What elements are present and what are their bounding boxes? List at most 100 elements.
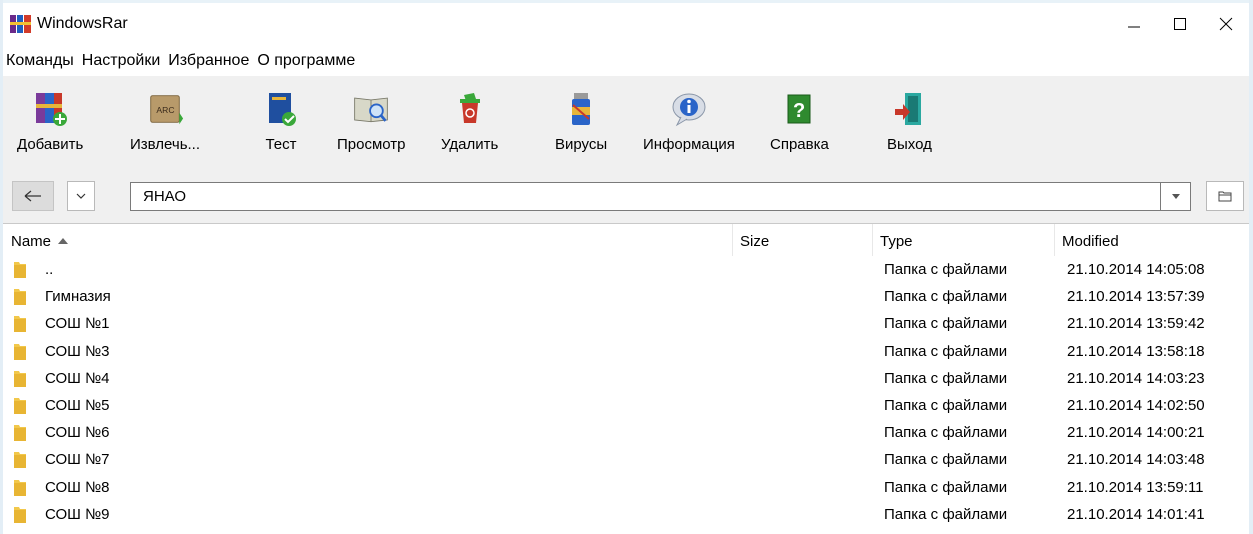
test-label: Тест — [265, 136, 297, 153]
file-type: Папка с файлами — [884, 342, 1008, 360]
minimize-button[interactable] — [1111, 3, 1157, 45]
file-name: СОШ №6 — [45, 424, 110, 442]
file-type: Папка с файлами — [884, 261, 1008, 278]
extract-icon: ARC — [145, 88, 185, 130]
folder-icon — [14, 397, 26, 414]
close-button[interactable] — [1203, 3, 1249, 45]
menu-bar: Команды Настройки Избранное О программе — [3, 48, 360, 74]
add-label: Добавить — [17, 136, 84, 153]
delete-icon — [450, 88, 490, 130]
table-row[interactable]: СОШ №9 Папка с файлами 21.10.2014 14:01:… — [3, 501, 1249, 528]
menu-commands[interactable]: Команды — [3, 52, 79, 70]
address-bar — [3, 173, 1249, 224]
exit-button[interactable]: Выход — [887, 88, 932, 168]
path-input[interactable] — [130, 182, 1161, 211]
table-row[interactable]: СОШ №8 Папка с файлами 21.10.2014 13:59:… — [3, 474, 1249, 501]
file-type: Папка с файлами — [884, 478, 1008, 496]
table-row[interactable]: .. Папка с файлами 21.10.2014 14:05:08 — [3, 256, 1249, 283]
file-modified: 21.10.2014 13:57:39 — [1067, 288, 1205, 306]
menu-favorites[interactable]: Избранное — [165, 52, 254, 70]
info-label: Информация — [643, 136, 735, 153]
view-icon — [351, 88, 391, 130]
caret-down-icon — [1171, 194, 1180, 199]
toolbar: Добавить ARC Извлечь... Тест Просмотр Уд… — [3, 76, 1249, 173]
file-name: СОШ №8 — [45, 478, 110, 496]
open-folder-button[interactable] — [1206, 181, 1244, 211]
virus-scan-button[interactable]: Вирусы — [555, 88, 607, 168]
column-separator[interactable] — [872, 224, 873, 256]
help-label: Справка — [770, 136, 829, 153]
close-icon — [1219, 17, 1233, 31]
menu-settings[interactable]: Настройки — [79, 52, 165, 70]
folder-icon — [14, 452, 26, 469]
delete-label: Удалить — [441, 136, 499, 153]
folder-icon — [14, 289, 26, 306]
info-icon — [669, 88, 709, 130]
column-header-size[interactable]: Size — [740, 233, 769, 250]
delete-button[interactable]: Удалить — [441, 88, 498, 168]
column-header-name[interactable]: Name — [11, 233, 69, 250]
table-row[interactable]: СОШ №7 Папка с файлами 21.10.2014 14:03:… — [3, 446, 1249, 473]
help-button[interactable]: ? Справка — [770, 88, 829, 168]
file-type: Папка с файлами — [884, 451, 1008, 469]
column-header-modified[interactable]: Modified — [1062, 233, 1119, 250]
file-name: СОШ №1 — [45, 315, 110, 333]
file-modified: 21.10.2014 13:59:42 — [1067, 315, 1205, 333]
list-header: Name Size Type Modified — [3, 224, 1249, 256]
file-modified: 21.10.2014 14:03:48 — [1067, 451, 1205, 469]
window-right-edge — [1249, 0, 1253, 534]
extract-button[interactable]: ARC Извлечь... — [130, 88, 200, 168]
folder-icon — [14, 343, 26, 360]
folder-icon — [14, 506, 26, 523]
window-title: WindowsRar — [37, 15, 128, 32]
table-row[interactable]: СОШ №4 Папка с файлами 21.10.2014 14:03:… — [3, 365, 1249, 392]
add-archive-icon — [30, 88, 70, 130]
view-button[interactable]: Просмотр — [337, 88, 406, 168]
table-row[interactable]: СОШ №3 Папка с файлами 21.10.2014 13:58:… — [3, 338, 1249, 365]
table-row[interactable]: Гимназия Папка с файлами 21.10.2014 13:5… — [3, 283, 1249, 310]
folder-outline-icon — [1218, 191, 1232, 202]
table-row[interactable]: СОШ №5 Папка с файлами 21.10.2014 14:02:… — [3, 392, 1249, 419]
minimize-icon — [1128, 26, 1140, 28]
folder-icon — [14, 316, 26, 333]
back-button[interactable] — [12, 181, 54, 211]
app-rar-icon — [9, 13, 33, 35]
arrow-left-icon — [24, 190, 41, 202]
menu-about[interactable]: О программе — [254, 52, 360, 70]
file-list: Name Size Type Modified .. Папка с файла… — [3, 224, 1249, 534]
maximize-button[interactable] — [1157, 3, 1203, 45]
list-rows: .. Папка с файлами 21.10.2014 14:05:08 Г… — [3, 256, 1249, 528]
file-modified: 21.10.2014 14:01:41 — [1067, 505, 1205, 523]
file-name: СОШ №5 — [45, 396, 110, 414]
file-modified: 21.10.2014 14:05:08 — [1067, 261, 1205, 278]
info-button[interactable]: Информация — [643, 88, 735, 168]
file-type: Папка с файлами — [884, 424, 1008, 442]
folder-icon — [14, 425, 26, 442]
virus-scan-icon — [561, 88, 601, 130]
file-type: Папка с файлами — [884, 369, 1008, 387]
file-type: Папка с файлами — [884, 315, 1008, 333]
add-button[interactable]: Добавить — [17, 88, 83, 168]
column-separator[interactable] — [732, 224, 733, 256]
column-name-label: Name — [11, 233, 52, 250]
maximize-icon — [1174, 18, 1186, 30]
column-header-type[interactable]: Type — [880, 233, 913, 250]
table-row[interactable]: СОШ №1 Папка с файлами 21.10.2014 13:59:… — [3, 310, 1249, 337]
file-modified: 21.10.2014 14:00:21 — [1067, 424, 1205, 442]
file-type: Папка с файлами — [884, 396, 1008, 414]
extract-label: Извлечь... — [130, 136, 201, 153]
file-name: СОШ №7 — [45, 451, 110, 469]
file-type: Папка с файлами — [884, 288, 1008, 306]
history-dropdown-button[interactable] — [67, 181, 95, 211]
column-separator[interactable] — [1054, 224, 1055, 256]
virus-scan-label: Вирусы — [555, 136, 608, 153]
test-button[interactable]: Тест — [261, 88, 301, 168]
help-icon: ? — [779, 88, 819, 130]
svg-text:?: ? — [793, 100, 805, 122]
title-bar: WindowsRar — [3, 3, 1249, 45]
table-row[interactable]: СОШ №6 Папка с файлами 21.10.2014 14:00:… — [3, 419, 1249, 446]
svg-text:ARC: ARC — [156, 105, 174, 115]
file-modified: 21.10.2014 13:59:11 — [1067, 478, 1204, 496]
chevron-down-icon — [76, 193, 86, 199]
path-dropdown-button[interactable] — [1161, 182, 1191, 211]
